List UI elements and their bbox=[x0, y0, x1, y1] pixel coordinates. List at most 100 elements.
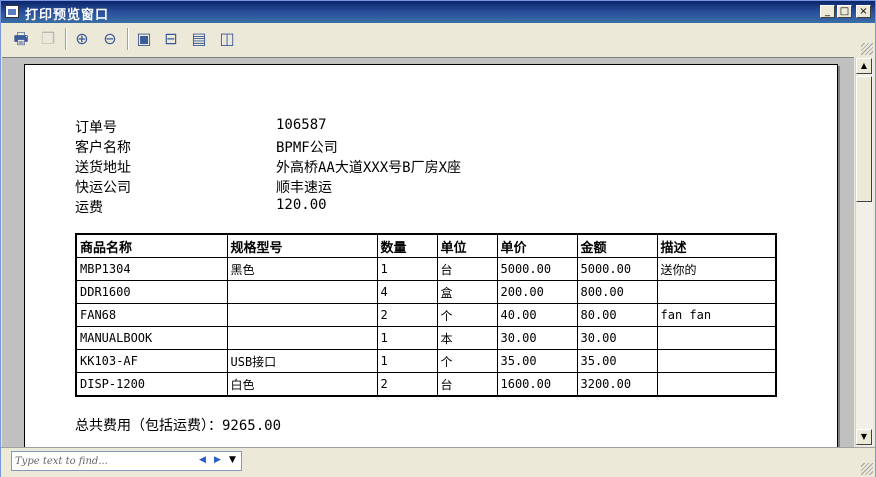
preview-viewport[interactable]: 订单号 106587 客户名称 BPMF公司 送货地址 外高桥AA大道XXX号B… bbox=[2, 57, 854, 447]
customer-name-label: 客户名称 bbox=[75, 140, 131, 156]
table-cell: 200.00 bbox=[496, 280, 578, 304]
table-cell: 800.00 bbox=[576, 280, 658, 304]
preview-page: 订单号 106587 客户名称 BPMF公司 送货地址 外高桥AA大道XXX号B… bbox=[24, 64, 838, 447]
zoom-in-icon: ⊕ bbox=[75, 29, 89, 48]
table-cell: 1600.00 bbox=[496, 372, 578, 397]
table-cell: 白色 bbox=[226, 372, 378, 397]
shipping-fee-label: 运费 bbox=[75, 200, 103, 216]
courier-value: 顺丰速运 bbox=[276, 180, 332, 196]
find-box: ◀ ▶ ▼ bbox=[11, 451, 242, 471]
table-row: MBP1304 黑色 1 台 5000.00 5000.00 送你的 bbox=[75, 257, 777, 281]
app-icon bbox=[5, 5, 19, 18]
scroll-down-button[interactable]: ▼ bbox=[856, 429, 872, 445]
zoom-in-button[interactable]: ⊕ bbox=[72, 29, 92, 49]
toolbar-resize-grip[interactable] bbox=[861, 43, 873, 55]
total-cost: 总共费用（包括运费）：9265.00 bbox=[75, 418, 282, 434]
two-pages-icon: ◫ bbox=[219, 29, 235, 48]
table-row: FAN68 2 个 40.00 80.00 fan fan bbox=[75, 303, 777, 327]
table-cell: 2 bbox=[376, 303, 438, 327]
scroll-up-button[interactable]: ▲ bbox=[856, 58, 872, 74]
maximize-button[interactable]: □ bbox=[837, 5, 852, 18]
table-cell: 1 bbox=[376, 326, 438, 350]
column-header: 金额 bbox=[576, 233, 658, 258]
window-resize-grip[interactable] bbox=[861, 463, 873, 475]
column-header: 单位 bbox=[436, 233, 498, 258]
table-cell: 台 bbox=[436, 257, 498, 281]
table-cell: MANUALBOOK bbox=[75, 326, 228, 350]
find-options-dropdown[interactable]: ▼ bbox=[229, 455, 236, 465]
table-cell bbox=[656, 349, 777, 373]
table-row: MANUALBOOK 1 本 30.00 30.00 bbox=[75, 326, 777, 350]
table-row: DISP-1200 白色 2 台 1600.00 3200.00 bbox=[75, 372, 777, 397]
arrow-up-icon: ▲ bbox=[860, 61, 868, 70]
toolbar: 🖶 ❐ ⊕ ⊖ ▣ ⊟ ▤ ◫ bbox=[1, 23, 875, 55]
items-table: 商品名称 规格型号 数量 单位 单价 金额 描述 MBP1304 黑色 1 台 … bbox=[75, 233, 777, 397]
table-cell: 盒 bbox=[436, 280, 498, 304]
find-previous-button[interactable]: ◀ bbox=[199, 455, 206, 465]
table-cell: 35.00 bbox=[496, 349, 578, 373]
arrow-right-icon: ▶ bbox=[214, 455, 221, 465]
copy-button[interactable]: ❐ bbox=[38, 29, 58, 49]
chevron-down-icon: ▼ bbox=[229, 455, 236, 465]
table-cell: 2 bbox=[376, 372, 438, 397]
column-header: 规格型号 bbox=[226, 233, 378, 258]
fit-page-icon: ▣ bbox=[136, 29, 152, 48]
table-cell bbox=[226, 326, 378, 350]
zoom-out-icon: ⊖ bbox=[103, 29, 117, 48]
scroll-thumb[interactable] bbox=[856, 76, 872, 202]
table-cell: 30.00 bbox=[576, 326, 658, 350]
arrow-left-icon: ◀ bbox=[199, 455, 206, 465]
find-next-button[interactable]: ▶ bbox=[214, 455, 221, 465]
delivery-address-value: 外高桥AA大道XXX号B厂房X座 bbox=[276, 160, 462, 176]
single-page-icon: ▤ bbox=[191, 29, 207, 48]
window-title: 打印预览窗口 bbox=[25, 8, 110, 23]
find-input[interactable] bbox=[15, 454, 193, 468]
column-header: 商品名称 bbox=[75, 233, 228, 258]
print-icon: 🖶 bbox=[13, 29, 29, 48]
table-cell: KK103-AF bbox=[75, 349, 228, 373]
table-cell: 个 bbox=[436, 303, 498, 327]
print-button[interactable]: 🖶 bbox=[11, 29, 31, 49]
table-row: KK103-AF USB接口 1 个 35.00 35.00 bbox=[75, 349, 777, 373]
zoom-out-button[interactable]: ⊖ bbox=[100, 29, 120, 49]
delivery-address-label: 送货地址 bbox=[75, 160, 131, 176]
table-cell: 本 bbox=[436, 326, 498, 350]
table-cell: 个 bbox=[436, 349, 498, 373]
column-header: 单价 bbox=[496, 233, 578, 258]
single-page-button[interactable]: ▤ bbox=[189, 29, 209, 49]
table-cell bbox=[656, 372, 777, 397]
table-cell: USB接口 bbox=[226, 349, 378, 373]
table-cell: 台 bbox=[436, 372, 498, 397]
table-row: DDR1600 4 盒 200.00 800.00 bbox=[75, 280, 777, 304]
two-pages-button[interactable]: ◫ bbox=[217, 29, 237, 49]
print-preview-window: 打印预览窗口 _ □ × 🖶 ❐ ⊕ ⊖ ▣ ⊟ ▤ ◫ 订单号 106587 … bbox=[0, 0, 876, 477]
table-cell: 送你的 bbox=[656, 257, 777, 281]
table-cell: 35.00 bbox=[576, 349, 658, 373]
customer-name-value: BPMF公司 bbox=[276, 140, 338, 156]
table-cell: 5000.00 bbox=[576, 257, 658, 281]
shipping-fee-value: 120.00 bbox=[276, 197, 327, 213]
table-cell bbox=[226, 303, 378, 327]
table-cell: 黑色 bbox=[226, 257, 378, 281]
table-cell: DDR1600 bbox=[75, 280, 228, 304]
table-cell: fan fan bbox=[656, 303, 777, 327]
fit-width-icon: ⊟ bbox=[164, 29, 178, 48]
minimize-button[interactable]: _ bbox=[820, 5, 835, 18]
toolbar-separator bbox=[65, 28, 67, 50]
column-header: 描述 bbox=[656, 233, 777, 258]
fit-page-button[interactable]: ▣ bbox=[134, 29, 154, 49]
copy-icon: ❐ bbox=[40, 29, 56, 48]
table-cell: MBP1304 bbox=[75, 257, 228, 281]
vertical-scrollbar[interactable]: ▲ ▼ bbox=[855, 58, 873, 446]
fit-width-button[interactable]: ⊟ bbox=[161, 29, 181, 49]
order-number-label: 订单号 bbox=[75, 120, 117, 136]
table-cell: 30.00 bbox=[496, 326, 578, 350]
close-button[interactable]: × bbox=[856, 5, 871, 18]
table-cell: 5000.00 bbox=[496, 257, 578, 281]
table-cell bbox=[656, 280, 777, 304]
table-cell: 1 bbox=[376, 349, 438, 373]
table-cell: 4 bbox=[376, 280, 438, 304]
column-header: 数量 bbox=[376, 233, 438, 258]
title-bar[interactable]: 打印预览窗口 _ □ × bbox=[1, 1, 875, 23]
table-cell: 1 bbox=[376, 257, 438, 281]
